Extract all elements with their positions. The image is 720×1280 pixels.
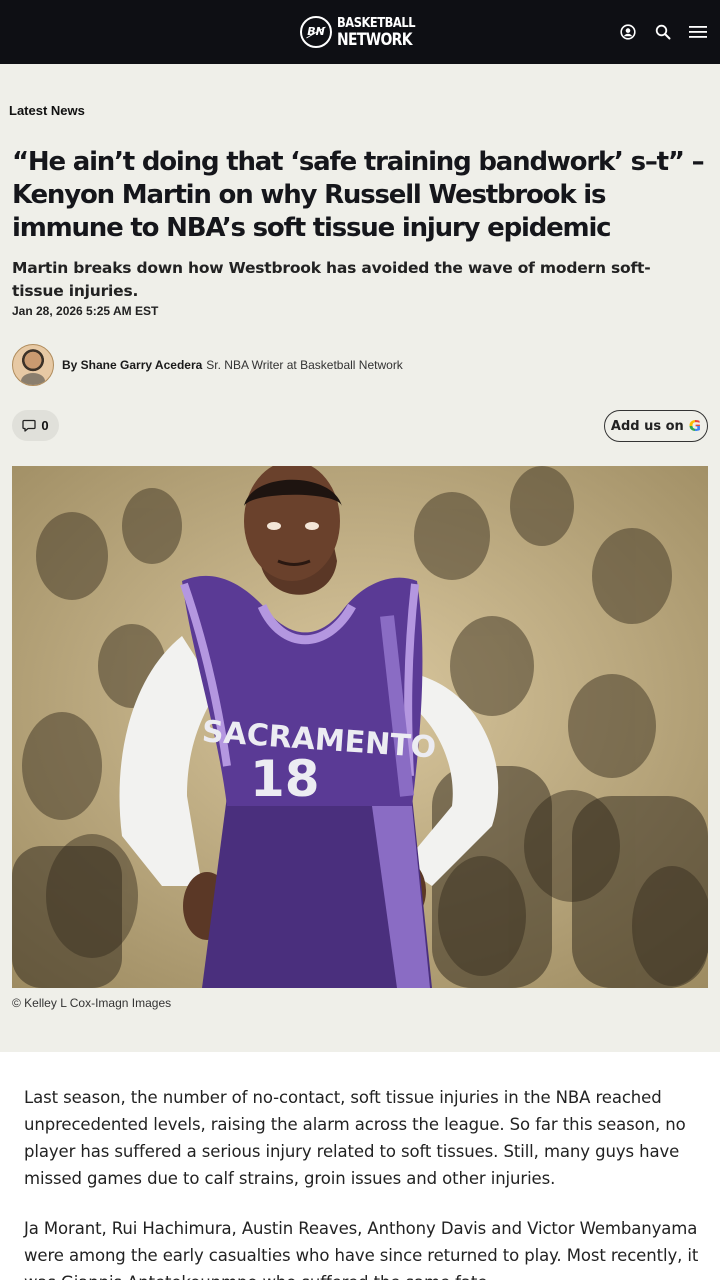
google-icon: G (688, 417, 702, 435)
comments-button[interactable]: 0 (12, 410, 59, 441)
hero-image: SACRAMENTO 18 (12, 466, 708, 988)
site-logo[interactable]: BN BASKETBALL NETWORK (300, 13, 428, 51)
author-avatar[interactable] (12, 343, 54, 386)
author-role: Sr. NBA Writer at Basketball Network (206, 357, 403, 372)
jersey-number-text: 18 (250, 750, 320, 808)
logo-mark: BN (300, 16, 332, 48)
category-link[interactable]: Latest News (9, 103, 85, 118)
author-block: By Shane Garry Acedera Sr. NBA Writer at… (12, 343, 403, 386)
add-us-on-google-button[interactable]: Add us on G (604, 410, 708, 442)
site-header: BN BASKETBALL NETWORK (0, 0, 720, 64)
image-credit: © Kelley L Cox-Imagn Images (12, 996, 172, 1010)
article-subhead: Martin breaks down how Westbrook has avo… (12, 259, 651, 300)
logo-line-2: NETWORK (337, 30, 413, 50)
menu-icon[interactable] (688, 22, 708, 42)
article-headline: “He ain’t doing that ‘safe training band… (12, 147, 705, 243)
user-icon[interactable] (618, 22, 638, 42)
publish-date: Jan 28, 2026 5:25 AM EST (12, 304, 159, 318)
article-paragraph: Last season, the number of no-contact, s… (24, 1088, 686, 1188)
google-button-label: Add us on (610, 418, 684, 434)
comment-icon (22, 419, 37, 432)
search-icon[interactable] (653, 22, 673, 42)
article-paragraph: Ja Morant, Rui Hachimura, Austin Reaves,… (24, 1219, 699, 1280)
author-name[interactable]: By Shane Garry Acedera (62, 358, 202, 372)
article-body: Last season, the number of no-contact, s… (0, 1052, 720, 1280)
comment-count: 0 (41, 418, 49, 433)
